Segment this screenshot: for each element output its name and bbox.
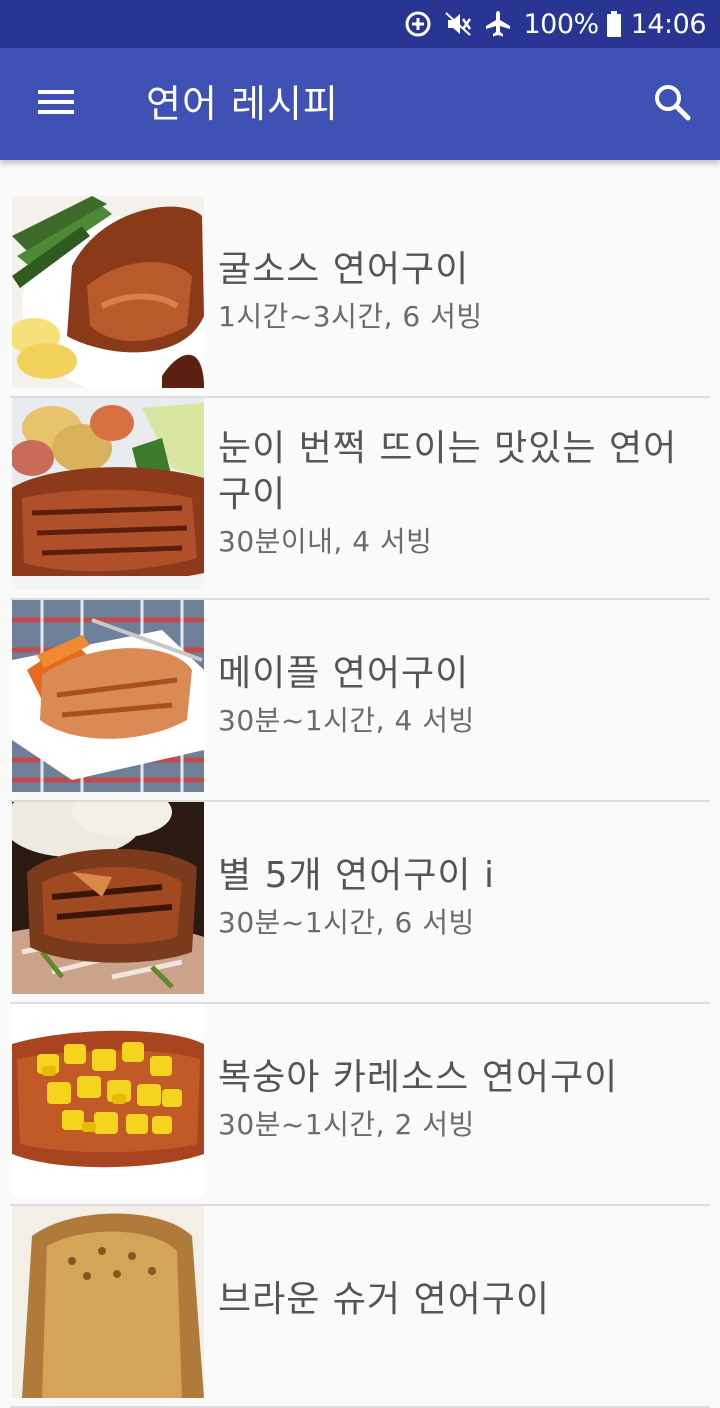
recipe-image xyxy=(12,1004,204,1196)
airplane-mode-icon xyxy=(483,9,513,39)
recipe-image xyxy=(12,600,204,792)
recipe-image xyxy=(12,1206,204,1398)
recipe-meta: 1시간~3시간, 6 서빙 xyxy=(218,300,483,333)
recipe-text: 메이플 연어구이 30분~1시간, 4 서빙 xyxy=(218,600,698,792)
app-bar: 연어 레시피 xyxy=(0,48,720,160)
recipe-text: 브라운 슈거 연어구이 xyxy=(218,1206,698,1398)
recipe-title: 눈이 번쩍 뜨이는 맛있는 연어구이 xyxy=(218,428,678,515)
page-title: 연어 레시피 xyxy=(146,82,339,126)
recipe-title: 복숭아 카레소스 연어구이 xyxy=(218,1057,619,1098)
recipe-meta: 30분~1시간, 2 서빙 xyxy=(218,1108,475,1141)
search-icon xyxy=(652,82,692,126)
recipe-image xyxy=(12,398,204,590)
hamburger-menu-icon xyxy=(36,87,76,121)
battery-percent: 100% xyxy=(523,8,599,40)
list-item[interactable]: 굴소스 연어구이 1시간~3시간, 6 서빙 xyxy=(0,196,720,398)
recipe-meta: 30분~1시간, 4 서빙 xyxy=(218,704,475,737)
recipe-meta: 30분이내, 4 서빙 xyxy=(218,525,433,558)
status-bar: 100% 14:06 xyxy=(0,0,720,48)
recipe-text: 눈이 번쩍 뜨이는 맛있는 연어구이 30분이내, 4 서빙 xyxy=(218,398,698,590)
list-item[interactable]: 눈이 번쩍 뜨이는 맛있는 연어구이 30분이내, 4 서빙 xyxy=(0,398,720,600)
recipe-text: 굴소스 연어구이 1시간~3시간, 6 서빙 xyxy=(218,196,698,388)
recipe-title: 별 5개 연어구이 i xyxy=(218,855,495,896)
battery-icon xyxy=(606,11,621,37)
menu-button[interactable] xyxy=(30,81,82,127)
list-item[interactable]: 복숭아 카레소스 연어구이 30분~1시간, 2 서빙 xyxy=(0,1004,720,1206)
list-item[interactable]: 브라운 슈거 연어구이 xyxy=(0,1206,720,1408)
recipe-list: 굴소스 연어구이 1시간~3시간, 6 서빙 눈이 번쩍 뜨이는 맛있는 연어구… xyxy=(0,196,720,1408)
recipe-title: 브라운 슈거 연어구이 xyxy=(218,1279,550,1320)
mute-vibrate-icon xyxy=(443,9,473,39)
recipe-title: 메이플 연어구이 xyxy=(218,653,470,694)
recipe-image xyxy=(12,802,204,994)
search-button[interactable] xyxy=(644,76,700,132)
recipe-title: 굴소스 연어구이 xyxy=(218,249,470,290)
recipe-meta: 30분~1시간, 6 서빙 xyxy=(218,906,475,939)
list-item[interactable]: 메이플 연어구이 30분~1시간, 4 서빙 xyxy=(0,600,720,802)
recipe-text: 별 5개 연어구이 i 30분~1시간, 6 서빙 xyxy=(218,802,698,994)
data-saver-icon xyxy=(403,9,433,39)
clock: 14:06 xyxy=(630,8,707,40)
recipe-text: 복숭아 카레소스 연어구이 30분~1시간, 2 서빙 xyxy=(218,1004,698,1196)
recipe-image xyxy=(12,196,204,388)
list-item[interactable]: 별 5개 연어구이 i 30분~1시간, 6 서빙 xyxy=(0,802,720,1004)
